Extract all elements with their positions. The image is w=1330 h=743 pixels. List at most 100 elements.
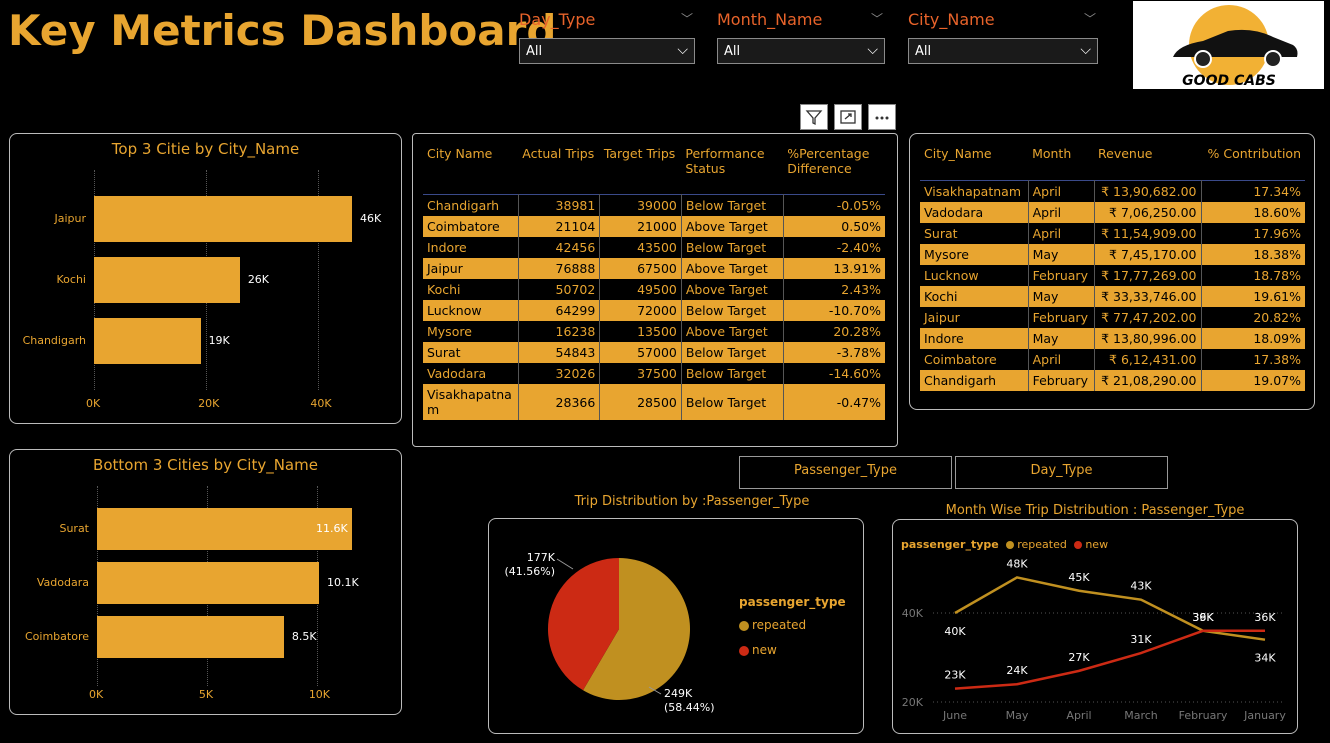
passenger-type-button[interactable]: Passenger_Type	[739, 456, 952, 489]
table-row[interactable]: Mysore 16238 13500 Above Target 20.28%	[423, 321, 885, 342]
chevron-down-icon[interactable]: ﹀	[1084, 10, 1096, 27]
bar[interactable]	[97, 616, 284, 658]
legend-item-repeated[interactable]: repeated	[739, 618, 806, 632]
x-tick-label: 10K	[308, 688, 331, 701]
chevron-down-icon: ⌵	[1080, 42, 1091, 58]
bar[interactable]	[94, 318, 201, 364]
x-tick-label: 0K	[89, 688, 104, 701]
table-row[interactable]: Indore May ₹ 13,80,996.00 18.09%	[920, 328, 1305, 349]
table-cell: May	[1028, 328, 1095, 349]
slicer-label: City_Name	[908, 10, 995, 29]
data-label: 23K	[944, 669, 966, 682]
legend-dot	[739, 645, 749, 656]
line-plot: 40K 20K June May April March February January 40…	[902, 557, 1287, 722]
table-row[interactable]: Kochi May ₹ 33,33,746.00 19.61%	[920, 286, 1305, 307]
slicer-month-name[interactable]: Month_Name ﹀ All ⌵	[717, 10, 885, 64]
bottom3-chart-panel: Bottom 3 Cities by City_Name 0K 5K 10K Sura…	[9, 449, 402, 715]
table-cell: Below Target	[681, 363, 784, 384]
table-row[interactable]: Vadodara April ₹ 7,06,250.00 18.60%	[920, 202, 1305, 223]
filter-icon[interactable]	[800, 104, 828, 130]
bar[interactable]	[94, 257, 240, 303]
focus-mode-icon[interactable]	[834, 104, 862, 130]
table-cell: Visakhapatnam	[423, 384, 519, 420]
y-tick-label: 40K	[902, 607, 924, 620]
chevron-down-icon[interactable]: ﹀	[871, 10, 883, 27]
table-cell: 64299	[518, 300, 601, 321]
column-header[interactable]: % Contribution	[1201, 144, 1305, 181]
table-row[interactable]: Jaipur 76888 67500 Above Target 13.91%	[423, 258, 885, 279]
table-row[interactable]: Lucknow 64299 72000 Below Target -10.70%	[423, 300, 885, 321]
table-cell: 39000	[599, 194, 682, 216]
slicer-dropdown[interactable]: All ⌵	[908, 38, 1098, 64]
table-cell: ₹ 13,90,682.00	[1094, 180, 1202, 202]
slicer-city-name[interactable]: City_Name ﹀ All ⌵	[908, 10, 1098, 64]
table-cell: April	[1028, 223, 1095, 244]
percent-label: (41.56%)	[504, 565, 555, 578]
table-cell: 17.34%	[1253, 184, 1301, 199]
table-cell: ₹ 13,80,996.00	[1094, 328, 1202, 349]
column-header[interactable]: Month	[1028, 144, 1094, 181]
targets-table-panel: City Name Actual Trips Target Trips Perform…	[412, 133, 898, 447]
pie-plot: 249K(58.44%) 177K(41.56%)	[504, 551, 715, 714]
category-label: Coimbatore	[25, 630, 89, 643]
revenue-table-panel: City_Name Month Revenue% Contribution Visak…	[909, 133, 1315, 410]
table-row[interactable]: Vadodara 32026 37500 Below Target -14.60%	[423, 363, 885, 384]
column-header[interactable]: City Name	[423, 144, 518, 195]
bar[interactable]	[97, 562, 320, 604]
table-cell: 19.61%	[1201, 286, 1305, 307]
table-cell: Above Target	[681, 321, 784, 342]
revenue-table: City_Name Month Revenue% Contribution Visak…	[920, 144, 1305, 391]
bar[interactable]	[97, 508, 352, 550]
data-label: 31K	[1130, 633, 1152, 646]
slicer-value: All	[915, 44, 932, 59]
table-cell: 50702	[518, 279, 601, 300]
bottom3-plot: 0K 5K 10K Surat 11.6K Vadodara 10.1K Coimbatore…	[10, 450, 403, 716]
table-cell: 21000	[599, 216, 682, 237]
legend-item-new[interactable]: new	[739, 643, 777, 657]
column-header[interactable]: Revenue	[1094, 144, 1201, 181]
data-label: 36K	[1192, 611, 1214, 624]
table-row[interactable]: Chandigarh 38981 39000 Below Target -0.05%	[423, 194, 885, 216]
column-header[interactable]: %Percentage Difference	[783, 144, 885, 195]
more-options-icon[interactable]	[868, 104, 896, 130]
column-header[interactable]: City_Name	[920, 144, 1028, 181]
bar[interactable]	[94, 196, 352, 242]
table-row[interactable]: Coimbatore April ₹ 6,12,431.00 17.38%	[920, 349, 1305, 370]
percent-label: (58.44%)	[664, 701, 715, 714]
slicer-dropdown[interactable]: All ⌵	[717, 38, 885, 64]
chevron-down-icon[interactable]: ﹀	[681, 10, 693, 27]
table-cell: Indore	[423, 237, 519, 258]
table-row[interactable]: Jaipur February ₹ 77,47,202.00 20.82%	[920, 307, 1305, 328]
legend-dot	[739, 620, 749, 631]
table-cell: 0.50%	[783, 216, 885, 237]
table-row[interactable]: Chandigarh February ₹ 21,08,290.00 19.07%	[920, 370, 1305, 391]
slicer-dropdown[interactable]: All ⌵	[519, 38, 695, 64]
table-row[interactable]: Visakhapatnam 28366 28500 Below Target -0.47…	[423, 384, 885, 420]
line-chart-panel: passenger_type repeated new 40K 20K June Ma…	[892, 519, 1298, 734]
table-row[interactable]: Lucknow February ₹ 17,77,269.00 18.78%	[920, 265, 1305, 286]
data-label: 48K	[1006, 557, 1028, 570]
table-row[interactable]: Mysore May ₹ 7,45,170.00 18.38%	[920, 244, 1305, 265]
column-header[interactable]: Actual Trips	[518, 144, 600, 195]
table-cell: 67500	[599, 258, 682, 279]
category-label: Jaipur	[54, 212, 86, 225]
slicer-day-type[interactable]: Day_Type ﹀ All ⌵	[519, 10, 695, 64]
table-cell: Visakhapatnam	[920, 180, 1029, 202]
table-row[interactable]: Indore 42456 43500 Below Target -2.40%	[423, 237, 885, 258]
table-row[interactable]: Surat 54843 57000 Below Target -3.78%	[423, 342, 885, 363]
table-row[interactable]: Kochi 50702 49500 Above Target 2.43%	[423, 279, 885, 300]
table-cell: Vadodara	[423, 363, 519, 384]
table-row[interactable]: Coimbatore 21104 21000 Above Target 0.50%	[423, 216, 885, 237]
column-header[interactable]: Target Trips	[600, 144, 682, 195]
day-type-button[interactable]: Day_Type	[955, 456, 1168, 489]
table-cell: Chandigarh	[423, 194, 519, 216]
table-cell: Above Target	[681, 279, 784, 300]
slicer-label: Month_Name	[717, 10, 823, 29]
top3-plot: 0K 20K 40K Jaipur 46K Kochi 26K Chandigarh 19K	[10, 134, 403, 425]
column-header[interactable]: Performance Status	[681, 144, 783, 195]
table-cell: 2.43%	[841, 282, 881, 297]
table-row[interactable]: Surat April ₹ 11,54,909.00 17.96%	[920, 223, 1305, 244]
series-line-new[interactable]	[954, 629, 1265, 690]
table-row[interactable]: Visakhapatnam April ₹ 13,90,682.00 17.34%	[920, 180, 1305, 202]
table-cell: 17.96%	[1253, 226, 1301, 241]
